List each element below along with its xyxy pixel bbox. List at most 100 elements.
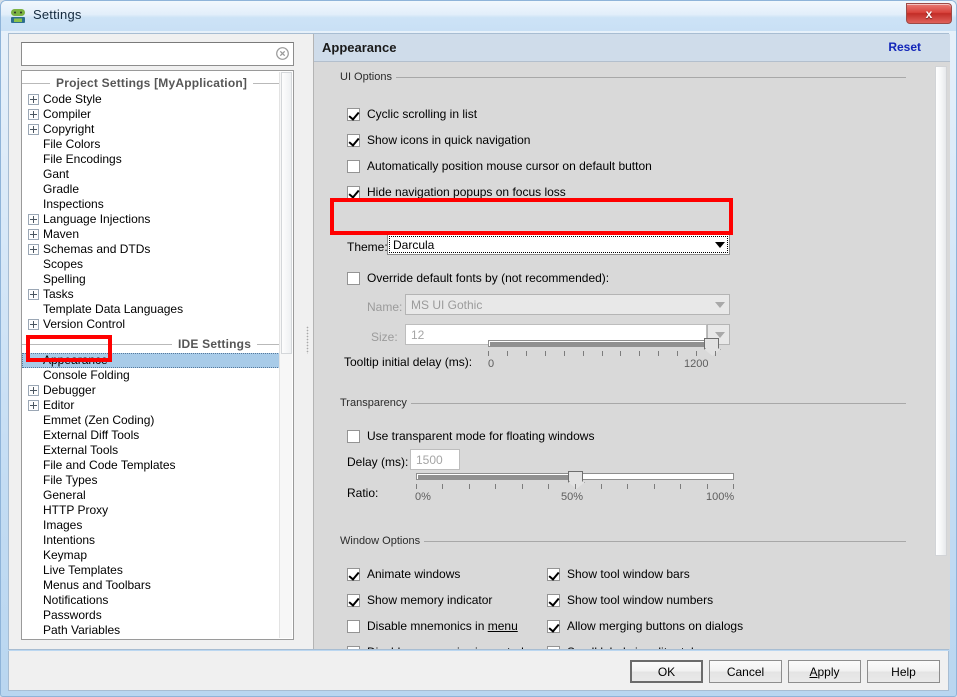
sidebar-item-path-variables[interactable]: Path Variables bbox=[22, 623, 280, 638]
content-scrollbar-thumb[interactable] bbox=[935, 66, 947, 556]
sidebar-item-debugger[interactable]: Debugger bbox=[22, 383, 280, 398]
sidebar-item-inspections[interactable]: Inspections bbox=[22, 197, 280, 212]
sidebar-item-maven[interactable]: Maven bbox=[22, 227, 280, 242]
theme-combobox[interactable]: Darcula bbox=[387, 234, 730, 255]
sidebar-item-images[interactable]: Images bbox=[22, 518, 280, 533]
sidebar-item-template-data-languages[interactable]: Template Data Languages bbox=[22, 302, 280, 317]
expand-plus-icon[interactable] bbox=[28, 385, 39, 396]
checkbox-show-tool-window-numbers[interactable]: Show tool window numbers bbox=[547, 593, 713, 607]
sidebar-item-spelling[interactable]: Spelling bbox=[22, 272, 280, 287]
sidebar-item-copyright[interactable]: Copyright bbox=[22, 122, 280, 137]
sidebar-item-intentions[interactable]: Intentions bbox=[22, 533, 280, 548]
sidebar-item-passwords[interactable]: Passwords bbox=[22, 608, 280, 623]
checkbox-show-memory-indicator[interactable]: Show memory indicator bbox=[347, 593, 492, 607]
tree-scrollbar-thumb[interactable] bbox=[281, 72, 292, 354]
checkbox-hide-navigation-popups[interactable]: Hide navigation popups on focus loss bbox=[347, 185, 566, 199]
checkbox-box[interactable] bbox=[347, 429, 360, 443]
checkbox-box[interactable] bbox=[347, 107, 360, 121]
sidebar-item-gant[interactable]: Gant bbox=[22, 167, 280, 182]
sidebar-item-scopes[interactable]: Scopes bbox=[22, 257, 280, 272]
checkbox-disable-mnemonics-controls[interactable]: Disable mnemonics in controls bbox=[347, 645, 530, 649]
sidebar-item-compiler[interactable]: Compiler bbox=[22, 107, 280, 122]
checkbox-override-default-fonts[interactable]: Override default fonts by (not recommend… bbox=[347, 271, 609, 285]
sidebar-item-gradle[interactable]: Gradle bbox=[22, 182, 280, 197]
sidebar-item-editor[interactable]: Editor bbox=[22, 398, 280, 413]
sidebar-item-http-proxy[interactable]: HTTP Proxy bbox=[22, 503, 280, 518]
sidebar-item-label: External Tools bbox=[43, 443, 119, 457]
checkbox-animate-windows[interactable]: Animate windows bbox=[347, 567, 460, 581]
sidebar-item-file-colors[interactable]: File Colors bbox=[22, 137, 280, 152]
expand-plus-icon[interactable] bbox=[28, 319, 39, 330]
checkbox-box[interactable] bbox=[547, 645, 560, 649]
help-button[interactable]: Help bbox=[867, 660, 940, 683]
slider-thumb[interactable] bbox=[704, 338, 719, 355]
apply-button[interactable]: Apply bbox=[788, 660, 861, 683]
sidebar-item-version-control[interactable]: Version Control bbox=[22, 317, 280, 332]
expand-plus-icon[interactable] bbox=[28, 289, 39, 300]
sidebar-item-file-types[interactable]: File Types bbox=[22, 473, 280, 488]
checkbox-box[interactable] bbox=[347, 645, 360, 649]
checkbox-show-tool-window-bars[interactable]: Show tool window bars bbox=[547, 567, 690, 581]
font-name-combobox[interactable]: MS UI Gothic bbox=[405, 294, 730, 315]
expand-plus-icon[interactable] bbox=[28, 94, 39, 105]
checkbox-box[interactable] bbox=[347, 185, 360, 199]
clear-circle-icon[interactable] bbox=[276, 47, 289, 60]
sidebar-item-plugins[interactable]: Plugins bbox=[22, 638, 280, 640]
checkbox-cyclic-scrolling[interactable]: Cyclic scrolling in list bbox=[347, 107, 477, 121]
slider-thumb[interactable] bbox=[568, 471, 583, 488]
content-scrollbar[interactable] bbox=[934, 64, 948, 646]
expand-plus-icon[interactable] bbox=[28, 244, 39, 255]
checkbox-show-icons-quick-nav[interactable]: Show icons in quick navigation bbox=[347, 133, 530, 147]
sidebar-item-emmet-zen-coding[interactable]: Emmet (Zen Coding) bbox=[22, 413, 280, 428]
checkbox-box[interactable] bbox=[347, 593, 360, 607]
transparency-delay-field[interactable]: 1500 bbox=[410, 449, 460, 470]
chevron-down-icon[interactable] bbox=[711, 296, 728, 313]
checkbox-box[interactable] bbox=[547, 567, 560, 581]
sidebar-item-tasks[interactable]: Tasks bbox=[22, 287, 280, 302]
checkbox-box[interactable] bbox=[547, 619, 560, 633]
settings-dialog-window: Settings x Project Settings [MyApplicati… bbox=[0, 0, 957, 697]
search-box[interactable] bbox=[21, 42, 294, 66]
checkbox-disable-mnemonics-menu[interactable]: Disable mnemonics in menu bbox=[347, 619, 518, 633]
sidebar-item-schemas-and-dtds[interactable]: Schemas and DTDs bbox=[22, 242, 280, 257]
expand-plus-icon[interactable] bbox=[28, 214, 39, 225]
expand-plus-icon[interactable] bbox=[28, 400, 39, 411]
checkbox-box[interactable] bbox=[347, 133, 360, 147]
sidebar-item-external-tools[interactable]: External Tools bbox=[22, 443, 280, 458]
checkbox-allow-merging-buttons[interactable]: Allow merging buttons on dialogs bbox=[547, 619, 743, 633]
reset-link[interactable]: Reset bbox=[888, 40, 921, 54]
checkbox-use-transparent-mode[interactable]: Use transparent mode for floating window… bbox=[347, 429, 594, 443]
sidebar-item-external-diff-tools[interactable]: External Diff Tools bbox=[22, 428, 280, 443]
sidebar-item-file-encodings[interactable]: File Encodings bbox=[22, 152, 280, 167]
cancel-button[interactable]: Cancel bbox=[709, 660, 782, 683]
close-button[interactable]: x bbox=[906, 3, 952, 24]
checkbox-box[interactable] bbox=[547, 593, 560, 607]
expand-plus-icon[interactable] bbox=[28, 109, 39, 120]
tree-scrollbar[interactable] bbox=[279, 72, 292, 638]
settings-tree[interactable]: Project Settings [MyApplication] Code Sty… bbox=[21, 70, 294, 640]
search-input[interactable] bbox=[26, 45, 271, 63]
sidebar-item-general[interactable]: General bbox=[22, 488, 280, 503]
sidebar-item-file-and-code-templates[interactable]: File and Code Templates bbox=[22, 458, 280, 473]
checkbox-box[interactable] bbox=[347, 271, 360, 285]
sidebar-item-live-templates[interactable]: Live Templates bbox=[22, 563, 280, 578]
sidebar-item-notifications[interactable]: Notifications bbox=[22, 593, 280, 608]
chevron-down-icon[interactable] bbox=[711, 236, 728, 253]
checkbox-box[interactable] bbox=[347, 567, 360, 581]
sidebar-item-appearance[interactable]: Appearance bbox=[22, 353, 280, 368]
sidebar-item-code-style[interactable]: Code Style bbox=[22, 92, 280, 107]
pane-splitter[interactable] bbox=[303, 34, 313, 649]
expand-plus-icon[interactable] bbox=[28, 124, 39, 135]
checkbox-small-labels-editor-tabs[interactable]: Small labels in editor tabs bbox=[547, 645, 704, 649]
checkbox-box[interactable] bbox=[347, 159, 360, 173]
sidebar-item-language-injections[interactable]: Language Injections bbox=[22, 212, 280, 227]
sidebar-item-keymap[interactable]: Keymap bbox=[22, 548, 280, 563]
sidebar-item-label: HTTP Proxy bbox=[43, 503, 109, 517]
checkbox-auto-position-cursor[interactable]: Automatically position mouse cursor on d… bbox=[347, 159, 652, 173]
sidebar-item-console-folding[interactable]: Console Folding bbox=[22, 368, 280, 383]
expand-plus-icon[interactable] bbox=[28, 229, 39, 240]
ok-button[interactable]: OK bbox=[630, 660, 703, 683]
checkbox-box[interactable] bbox=[347, 619, 360, 633]
sidebar-item-menus-and-toolbars[interactable]: Menus and Toolbars bbox=[22, 578, 280, 593]
